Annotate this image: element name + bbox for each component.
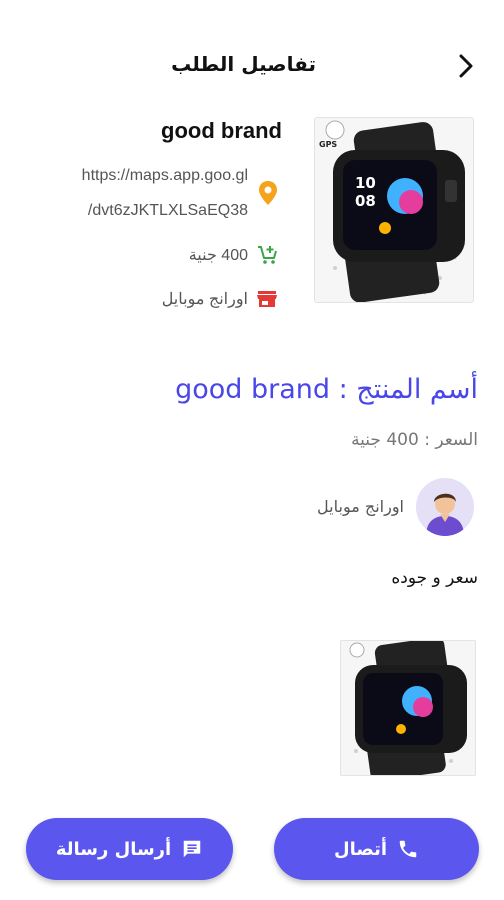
- call-button[interactable]: أتصال: [274, 818, 479, 880]
- order-price: 400 جنية: [188, 247, 248, 264]
- chat-icon: [183, 840, 201, 858]
- order-shop-row: اورانج موبايل: [162, 289, 278, 309]
- send-message-button-label: أرسال رسالة: [55, 838, 172, 860]
- store-icon: [256, 289, 278, 309]
- watch-time-minutes: 08: [355, 192, 376, 210]
- location-icon: [258, 180, 278, 210]
- order-shop-name: اورانج موبايل: [161, 291, 248, 308]
- avatar[interactable]: [416, 478, 474, 536]
- watch-time-hours: 10: [355, 174, 376, 192]
- product-price: السعر : 400 جنية: [351, 430, 478, 450]
- seller-name: اورانج موبايل: [317, 497, 404, 516]
- user-avatar-icon: [416, 478, 474, 536]
- product-thumbnail[interactable]: [340, 640, 476, 776]
- app-header: تفاصيل الطلب: [0, 0, 504, 130]
- gps-badge: GPS: [319, 140, 338, 149]
- brand-name: good brand: [161, 118, 282, 143]
- smartwatch-image: [315, 118, 473, 302]
- order-price-row: 400 جنية: [189, 244, 278, 266]
- send-message-button[interactable]: أرسال رسالة: [26, 818, 233, 880]
- product-title: أسم المنتج : good brand: [175, 374, 478, 405]
- cart-add-icon: [256, 244, 278, 266]
- product-image[interactable]: GPS 10 08: [314, 117, 474, 303]
- chevron-right-icon: [459, 54, 473, 78]
- product-description: سعر و جوده: [391, 568, 478, 588]
- call-button-label: أتصال: [333, 838, 388, 860]
- phone-icon: [399, 840, 417, 858]
- back-button[interactable]: [454, 52, 478, 80]
- smartwatch-thumbnail-image: [341, 641, 475, 775]
- location-url-line2[interactable]: /dvt6zJKTLXLSaEQ38: [88, 202, 248, 220]
- page-title: تفاصيل الطلب: [171, 52, 316, 76]
- location-url-line1[interactable]: https://maps.app.goo.gl: [82, 167, 248, 185]
